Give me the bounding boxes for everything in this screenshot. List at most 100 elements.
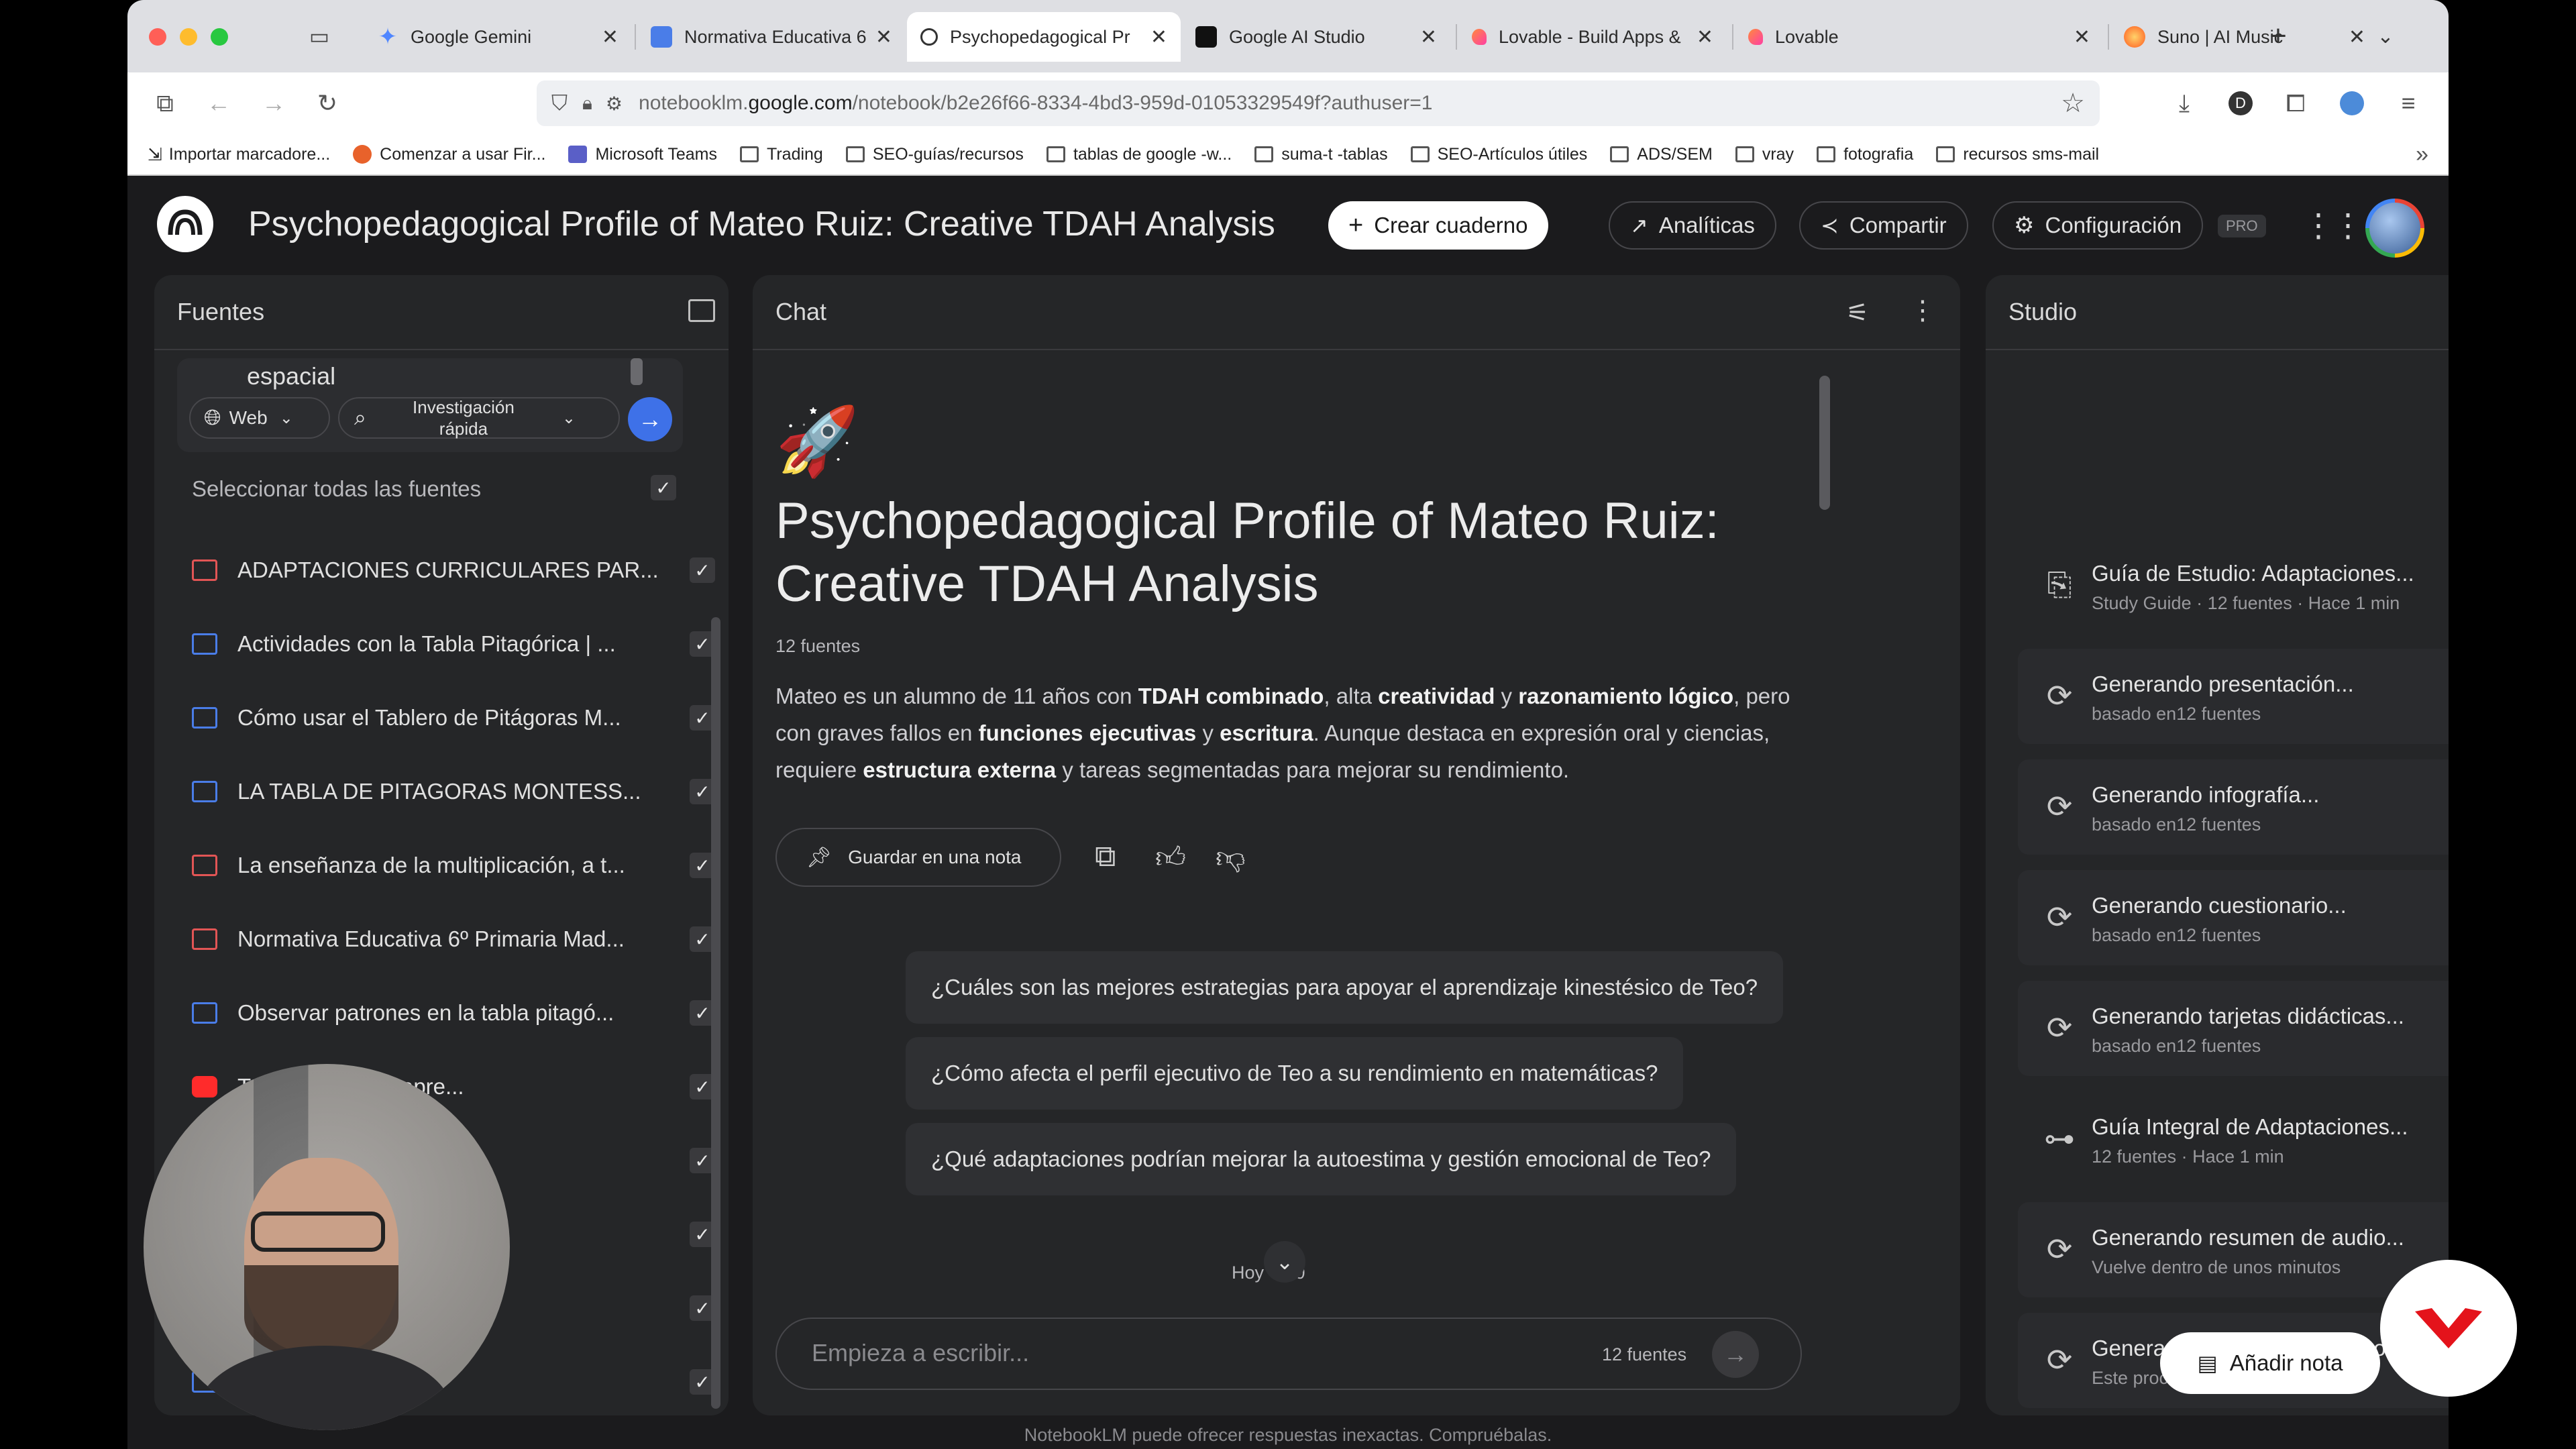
create-notebook-button[interactable]: + Crear cuaderno <box>1328 201 1548 250</box>
bookmark-item[interactable]: ⇲ Importar marcadore... <box>148 144 330 165</box>
studio-item[interactable]: ⟳ Generando tarjetas didácticas... basado … <box>2018 981 2449 1076</box>
scroll-down-button[interactable]: ⌄ <box>1264 1241 1305 1283</box>
submit-research-button[interactable]: → <box>628 397 672 441</box>
reload-icon[interactable]: ↻ <box>310 86 345 121</box>
bookmark-folder[interactable]: recursos sms-mail <box>1936 145 2099 164</box>
discover-sources-box: espacial 🌐︎ Web ⌄ ⌕ Investigación rápida… <box>177 358 683 452</box>
source-title: Cómo usar el Tablero de Pitágoras M... <box>237 705 621 730</box>
tab-list-icon[interactable]: ⌄ <box>2368 19 2403 54</box>
doc-icon <box>651 26 672 48</box>
scrollbar[interactable] <box>631 358 643 385</box>
thumbs-down-icon[interactable]: 👎︎ <box>1216 840 1246 875</box>
back-icon[interactable]: ← <box>201 86 236 121</box>
source-checkbox[interactable]: ✓ <box>690 557 715 583</box>
chat-settings-icon[interactable]: ⚟ <box>1846 298 1869 328</box>
forward-icon[interactable]: → <box>256 86 291 121</box>
chat-scrollbar[interactable] <box>1819 376 1830 510</box>
close-tab-icon[interactable]: ✕ <box>2349 25 2365 49</box>
sidebar-toggle-icon[interactable]: ⧉ <box>148 86 182 121</box>
brand-badge-icon <box>2380 1260 2517 1397</box>
search-query-text[interactable]: espacial <box>247 362 335 390</box>
ai-studio-icon <box>1195 26 1217 48</box>
send-button[interactable]: → <box>1712 1331 1759 1378</box>
close-tab-icon[interactable]: ✕ <box>1697 25 1713 49</box>
minimize-window-button[interactable] <box>180 28 197 46</box>
profile-icon[interactable] <box>2334 86 2369 121</box>
notebook-summary: Mateo es un alumno de 11 años con TDAH c… <box>775 684 1790 782</box>
studio-item[interactable]: ⎘ Guía de Estudio: Adaptaciones... Study G… <box>2018 538 2449 633</box>
collapse-panel-icon[interactable] <box>688 299 715 322</box>
share-button[interactable]: ≺ Compartir <box>1799 201 1968 250</box>
notebooklm-icon <box>920 28 938 46</box>
tab-search-icon[interactable]: ▭ <box>302 19 337 54</box>
thumbs-up-icon[interactable]: 👍︎ <box>1155 840 1186 875</box>
avatar[interactable] <box>2365 199 2424 258</box>
extensions-icon[interactable]: ⧠ <box>2278 86 2313 121</box>
new-tab-icon[interactable]: + <box>2261 19 2296 54</box>
source-item[interactable]: Actividades con la Tabla Pitagórica | ..… <box>192 624 715 664</box>
studio-item[interactable]: ⟳ Generando cuestionario... basado en12 fu… <box>2018 870 2449 965</box>
bookmark-item[interactable]: Microsoft Teams <box>568 145 717 164</box>
source-item[interactable]: Normativa Educativa 6º Primaria Mad... ✓ <box>192 919 715 959</box>
bookmark-folder[interactable]: fotografia <box>1817 145 1913 164</box>
permissions-icon[interactable]: ⚙︎ <box>606 93 623 115</box>
close-tab-icon[interactable]: ✕ <box>1420 25 1437 49</box>
close-window-button[interactable] <box>149 28 166 46</box>
more-bookmarks-icon[interactable]: » <box>2416 142 2428 168</box>
source-item[interactable]: Observar patrones en la tabla pitagó... ✓ <box>192 993 715 1033</box>
tab-ai-studio[interactable]: Google AI Studio ✕ <box>1182 12 1450 62</box>
tab-normativa[interactable]: Normativa Educativa 6 ✕ <box>637 12 906 62</box>
menu-icon[interactable]: ≡ <box>2391 86 2426 121</box>
chat-input[interactable]: Empieza a escribir... 12 fuentes → <box>775 1318 1802 1390</box>
source-item[interactable]: Cómo usar el Tablero de Pitágoras M... ✓ <box>192 698 715 738</box>
bookmark-item[interactable]: Comenzar a usar Fir... <box>353 145 545 164</box>
save-note-button[interactable]: 📌︎ Guardar en una nota <box>775 828 1061 887</box>
source-item[interactable]: LA TABLA DE PITAGORAS MONTESS... ✓ <box>192 771 715 812</box>
select-all-checkbox[interactable]: ✓ <box>651 475 676 500</box>
tab-gemini[interactable]: ✦ Google Gemini ✕ <box>364 12 632 62</box>
studio-item[interactable]: ⟳ Generando infografía... basado en12 fuen… <box>2018 759 2449 855</box>
bookmark-folder[interactable]: ADS/SEM <box>1610 145 1713 164</box>
studio-item-subtitle: Vuelve dentro de unos minutos <box>2092 1257 2341 1277</box>
notebook-title[interactable]: Psychopedagogical Profile of Mateo Ruiz:… <box>248 204 1275 244</box>
copy-icon[interactable]: ⧉ <box>1095 840 1116 873</box>
bookmark-folder[interactable]: SEO-guías/recursos <box>845 145 1024 164</box>
settings-button[interactable]: ⚙ Configuración <box>1992 201 2204 250</box>
studio-item[interactable]: ⟳ Generando resumen de audio... Vuelve den… <box>2018 1202 2449 1297</box>
bookmark-folder[interactable]: SEO-Artículos útiles <box>1410 145 1587 164</box>
suggested-question[interactable]: ¿Cómo afecta el perfil ejecutivo de Teo … <box>906 1037 1684 1110</box>
suggested-question[interactable]: ¿Cuáles son las mejores estrategias para… <box>906 951 1784 1024</box>
studio-item[interactable]: ⟳ Generando presentación... basado en12 fu… <box>2018 649 2449 744</box>
address-bar[interactable]: ⛉ 🔒︎ ⚙︎ notebooklm.google.com/notebook/b… <box>537 80 2100 126</box>
tab-notebooklm-active[interactable]: Psychopedagogical Pr ✕ <box>907 12 1181 62</box>
bookmark-folder[interactable]: vray <box>1735 145 1794 164</box>
tab-lovable[interactable]: Lovable ✕ <box>1735 12 2104 62</box>
bookmark-folder[interactable]: Trading <box>740 145 823 164</box>
close-tab-icon[interactable]: ✕ <box>602 25 619 49</box>
close-tab-icon[interactable]: ✕ <box>2074 25 2090 49</box>
studio-item[interactable]: ⊶ Guía Integral de Adaptaciones... 12 fuen… <box>2018 1091 2449 1187</box>
close-tab-icon[interactable]: ✕ <box>875 25 892 49</box>
notebooklm-logo-icon[interactable] <box>157 196 213 252</box>
research-mode-dropdown[interactable]: ⌕ Investigación rápida ⌄ <box>338 397 620 439</box>
add-note-button[interactable]: ▤ Añadir nota <box>2160 1332 2380 1394</box>
bookmark-star-icon[interactable]: ☆ <box>2061 88 2085 119</box>
suggested-question[interactable]: ¿Qué adaptaciones podrían mejorar la aut… <box>906 1123 1737 1195</box>
source-item[interactable]: La enseñanza de la multiplicación, a t..… <box>192 845 715 885</box>
bookmark-folder[interactable]: suma-t -tablas <box>1254 145 1388 164</box>
maximize-window-button[interactable] <box>211 28 228 46</box>
more-vert-icon[interactable]: ⋮ <box>1909 295 1936 326</box>
web-source-dropdown[interactable]: 🌐︎ Web ⌄ <box>189 397 330 439</box>
tab-suno[interactable]: Suno | AI Music ✕ <box>2110 12 2379 62</box>
sync-icon: ⟳ <box>2046 678 2073 713</box>
close-tab-icon[interactable]: ✕ <box>1150 25 1167 49</box>
tab-lovable-build[interactable]: Lovable - Build Apps & ✕ <box>1458 12 1727 62</box>
sources-scrollbar[interactable] <box>711 617 720 1409</box>
downloads-icon[interactable]: ⤓ <box>2167 86 2202 121</box>
studio-item-subtitle: 12 fuentes · Hace 1 min <box>2092 1146 2284 1167</box>
web-source-icon <box>192 707 217 729</box>
source-item[interactable]: ADAPTACIONES CURRICULARES PAR... ✓ <box>192 550 715 590</box>
bookmark-folder[interactable]: tablas de google -w... <box>1046 145 1232 164</box>
analytics-button[interactable]: ↗ Analíticas <box>1609 201 1776 250</box>
extension-d-icon[interactable]: D <box>2223 86 2258 121</box>
